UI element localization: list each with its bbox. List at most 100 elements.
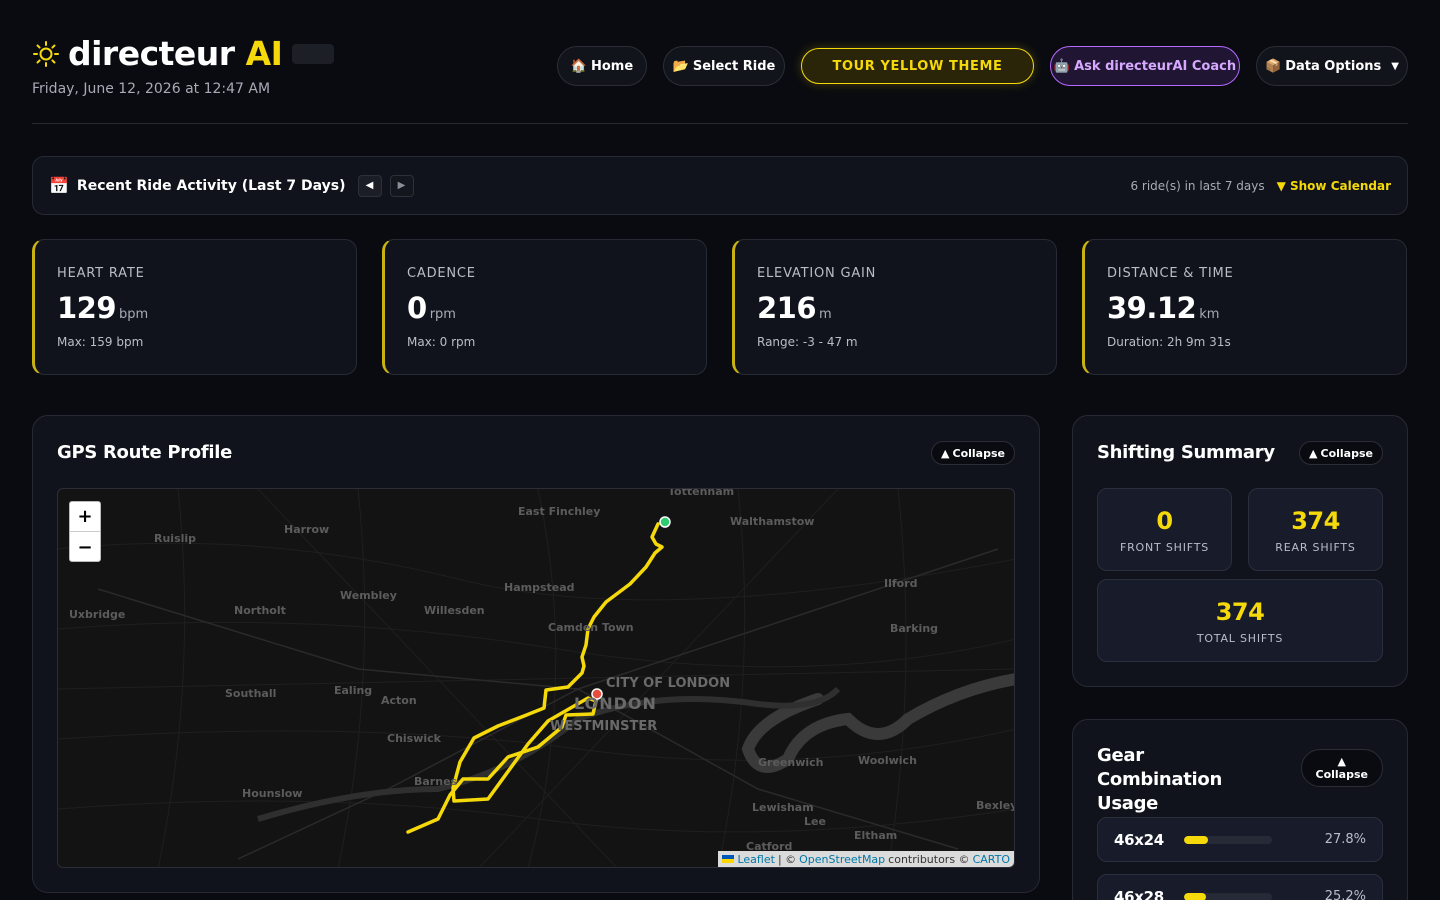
ask-coach-button[interactable]: 🤖 Ask directeurAI Coach (1050, 46, 1240, 86)
select-ride-label: Select Ride (692, 58, 776, 74)
map-place: Walthamstow (730, 515, 815, 528)
chevron-up-icon: ▲ (1309, 446, 1318, 460)
usage-bar-fill (1184, 892, 1207, 900)
home-label: Home (591, 58, 634, 74)
map-attribution: Leaflet | © OpenStreetMap contributors ©… (718, 851, 1014, 867)
chevron-up-icon: ▲ (941, 446, 950, 460)
metric-value: 0 rpm (407, 291, 706, 325)
house-icon: 🏠 (570, 58, 587, 74)
shifting-summary-panel: Shifting Summary ▲ Collapse 0 FRONT SHIF… (1072, 415, 1408, 687)
metric-unit: bpm (119, 307, 149, 322)
brand[interactable]: directeur AI (32, 34, 335, 73)
map-place: Tottenham (668, 488, 735, 498)
select-ride-button[interactable]: 📂 Select Ride (663, 46, 785, 86)
usage-bar (1184, 835, 1272, 844)
sun-icon (33, 40, 59, 67)
gps-panel-title: GPS Route Profile (57, 442, 233, 463)
brand-name: directeur AI (68, 34, 283, 73)
show-calendar-label: Show Calendar (1290, 178, 1391, 193)
map-place: Lee (804, 815, 826, 828)
carto-link[interactable]: CARTO (973, 853, 1010, 866)
map-place: Acton (381, 694, 417, 707)
usage-bar (1184, 892, 1272, 900)
data-options-label: Data Options (1285, 58, 1382, 74)
metric-sub: Max: 0 rpm (407, 335, 476, 349)
metric-number: 39.12 (1107, 291, 1197, 325)
home-button[interactable]: 🏠 Home (557, 46, 647, 86)
chevron-down-icon: ▼ (1391, 60, 1399, 72)
shifting-collapse-button[interactable]: ▲ Collapse (1299, 441, 1383, 465)
shifting-title: Shifting Summary (1097, 442, 1275, 463)
brand-badge (292, 43, 335, 64)
elevation-gain-card: ELEVATION GAIN 216 m Range: -3 - 47 m (732, 239, 1057, 375)
metric-unit: km (1199, 307, 1220, 322)
metric-number: 0 (407, 291, 427, 325)
next-week-button[interactable]: ▶ (389, 174, 414, 197)
total-shifts-value: 374 (1215, 598, 1265, 626)
activity-right: 6 ride(s) in last 7 days ▼ Show Calendar (1130, 179, 1391, 193)
map-place: Barnes (414, 775, 458, 788)
front-shifts-label: FRONT SHIFTS (1119, 541, 1209, 554)
gear-row: 46x24 27.8% (1097, 817, 1383, 862)
map-place: Harrow (284, 523, 330, 536)
recent-activity-bar: 📅 Recent Ride Activity (Last 7 Days) ◀ ▶… (32, 156, 1408, 215)
gps-collapse-button[interactable]: ▲ Collapse (931, 441, 1015, 465)
prev-week-button[interactable]: ◀ (357, 174, 382, 197)
map-place: Ruislip (154, 532, 197, 545)
metric-sub: Max: 159 bpm (57, 335, 144, 349)
total-shifts-label: TOTAL SHIFTS (1196, 632, 1284, 645)
map-place: Hampstead (504, 581, 575, 594)
collapse-label: Collapse (1320, 446, 1373, 460)
map-place: WESTMINSTER (550, 719, 658, 734)
map-place: LONDON (574, 694, 657, 713)
zoom-out-button[interactable]: − (70, 532, 100, 562)
tour-label: TOUR YELLOW THEME (832, 58, 1003, 74)
activity-title: Recent Ride Activity (Last 7 Days) (76, 177, 346, 194)
map-place: Southall (225, 687, 277, 700)
map-place: Uxbridge (69, 608, 126, 621)
ride-count: 6 ride(s) in last 7 days (1130, 178, 1265, 193)
route-map[interactable]: Tottenham East Finchley Walthamstow Ruis… (57, 488, 1015, 868)
gear-name: 46x28 (1114, 887, 1164, 900)
tour-theme-button[interactable]: TOUR YELLOW THEME (801, 48, 1034, 84)
rear-shifts-value: 374 (1291, 507, 1340, 535)
metric-label: HEART RATE (57, 266, 145, 281)
package-icon: 📦 (1265, 58, 1282, 74)
rear-shifts-stat: 374 REAR SHIFTS (1248, 488, 1383, 571)
gear-name: 46x24 (1114, 830, 1164, 849)
map-place: Barking (890, 622, 939, 635)
gps-route-panel: GPS Route Profile ▲ Collapse Tottenham E… (32, 415, 1040, 893)
osm-link[interactable]: OpenStreetMap (799, 853, 885, 866)
usage-bar-fill (1184, 835, 1209, 844)
gear-title: Gear Combination Usage (1097, 745, 1223, 814)
map-place: Bexley (976, 799, 1015, 812)
map-place: Chiswick (387, 732, 441, 745)
map-place: Greenwich (758, 756, 824, 769)
gear-combination-panel: Gear Combination Usage ▲ Collapse 46x24 … (1072, 719, 1408, 900)
coach-label: Ask directeurAI Coach (1074, 58, 1237, 74)
metric-value: 216 m (757, 291, 1056, 325)
gear-collapse-button[interactable]: ▲ Collapse (1300, 749, 1383, 787)
zoom-control: + − (69, 501, 101, 562)
robot-icon: 🤖 (1053, 58, 1071, 74)
folder-icon: 📂 (672, 58, 689, 74)
show-calendar-toggle[interactable]: ▼ Show Calendar (1277, 179, 1391, 193)
leaflet-link[interactable]: Leaflet (737, 853, 774, 866)
route-start-marker (659, 516, 671, 528)
metric-sub: Range: -3 - 47 m (757, 335, 858, 349)
map-place: Camden Town (548, 621, 634, 634)
heart-rate-card: HEART RATE 129 bpm Max: 159 bpm (32, 239, 357, 375)
header: directeur AI Friday, June 12, 2026 at 12… (32, 32, 1408, 124)
metric-unit: rpm (429, 307, 456, 322)
cadence-card: CADENCE 0 rpm Max: 0 rpm (382, 239, 707, 375)
map-place: Wembley (340, 589, 397, 602)
total-shifts-stat: 374 TOTAL SHIFTS (1097, 579, 1383, 662)
map-place: Northolt (234, 604, 286, 617)
map-place: Ilford (884, 577, 918, 590)
data-options-button[interactable]: 📦 Data Options ▼ (1256, 46, 1408, 86)
gear-row: 46x28 25.2% (1097, 874, 1383, 900)
metric-sub: Duration: 2h 9m 31s (1107, 335, 1231, 349)
map-place: Willesden (424, 604, 485, 617)
gear-percent: 27.8% (1324, 832, 1366, 847)
zoom-in-button[interactable]: + (70, 502, 100, 532)
